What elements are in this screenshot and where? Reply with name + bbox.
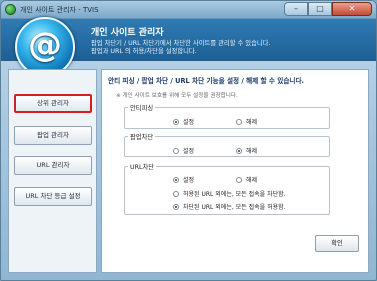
popup-block-group: 팝업차단 설정 해제 [124, 132, 330, 157]
header-subtitle-line1: 팝업 차단기 / URL 차단기에서 차단한 사이트를 관리할 수 있습니다. [91, 40, 271, 47]
minimize-button[interactable]: – [284, 2, 308, 16]
ok-button[interactable]: 확인 [315, 235, 359, 252]
radio-selected-icon [173, 118, 179, 125]
sidebar-item-top-manager[interactable]: 상위 관리자 [14, 94, 92, 113]
anti-phishing-group: 안티피싱 설정 해제 [124, 103, 330, 129]
anti-phishing-label: 안티피싱 [128, 103, 156, 112]
radio-selected-icon [173, 203, 179, 210]
globe-at-logo-icon: @ [15, 17, 75, 77]
header-subtitle-line2: 팝업과 URL 의 허용/차단을 설정합니다. [91, 48, 197, 55]
window-controls: – □ ✕ [284, 2, 372, 16]
radio-unselected-icon [173, 190, 179, 197]
header-subtitle: 팝업 차단기 / URL 차단기에서 차단한 사이트를 관리할 수 있습니다. … [91, 40, 270, 56]
popup-block-on-radio[interactable]: 설정 [173, 146, 194, 155]
panel-heading: 안티 피싱 / 팝업 차단 / URL 차단 기능을 설정 / 해제 할 수 있… [108, 77, 305, 85]
app-icon [5, 4, 16, 15]
anti-phishing-off-radio[interactable]: 해제 [236, 117, 257, 126]
radio-unselected-icon [236, 118, 242, 125]
anti-phishing-on-radio[interactable]: 설정 [173, 117, 194, 126]
header-title: 개인 사이트 관리자 [91, 28, 164, 38]
url-block-on-radio[interactable]: 설정 [173, 175, 194, 184]
sidebar: 상위 관리자 팝업 관리자 URL 관리자 URL 차단 등급 설정 [8, 69, 97, 273]
title-bar[interactable]: 개인 사이트 관리자 - TVIS – □ ✕ [1, 1, 376, 19]
url-block-off-radio[interactable]: 해제 [236, 175, 257, 184]
url-allow-list-only-radio[interactable]: 허용된 URL 외에는, 모든 접속을 차단함. [173, 189, 286, 198]
app-window: 개인 사이트 관리자 - TVIS – □ ✕ @ 개인 사이트 관리자 팝업 … [0, 0, 377, 281]
url-block-list-only-radio[interactable]: 차단된 URL 외에는, 모든 접속을 허용함. [173, 202, 286, 211]
popup-block-off-radio[interactable]: 해제 [236, 146, 257, 155]
radio-unselected-icon [236, 176, 242, 183]
window-title: 개인 사이트 관리자 - TVIS [20, 6, 99, 14]
sidebar-item-popup-manager[interactable]: 팝업 관리자 [14, 126, 92, 145]
popup-block-label: 팝업차단 [128, 132, 156, 141]
sidebar-item-url-block-level[interactable]: URL 차단 등급 설정 [14, 187, 92, 206]
maximize-button[interactable]: □ [308, 2, 332, 16]
radio-selected-icon [173, 176, 179, 183]
header-banner: @ 개인 사이트 관리자 팝업 차단기 / URL 차단기에서 차단한 사이트를… [1, 17, 376, 77]
url-block-group: URL차단 설정 해제 허용된 URL 외에는, 모든 접속을 차단함. 차단된… [124, 162, 330, 215]
sidebar-item-url-manager[interactable]: URL 관리자 [14, 156, 92, 175]
panel-note: ※ 개인 사이트 보호를 위해 모두 설정을 권장합니다. [116, 93, 238, 99]
radio-selected-icon [236, 147, 242, 154]
url-block-label: URL차단 [128, 162, 157, 171]
close-button[interactable]: ✕ [332, 2, 372, 16]
radio-unselected-icon [173, 147, 179, 154]
main-panel: 안티 피싱 / 팝업 차단 / URL 차단 기능을 설정 / 해제 할 수 있… [101, 69, 369, 273]
